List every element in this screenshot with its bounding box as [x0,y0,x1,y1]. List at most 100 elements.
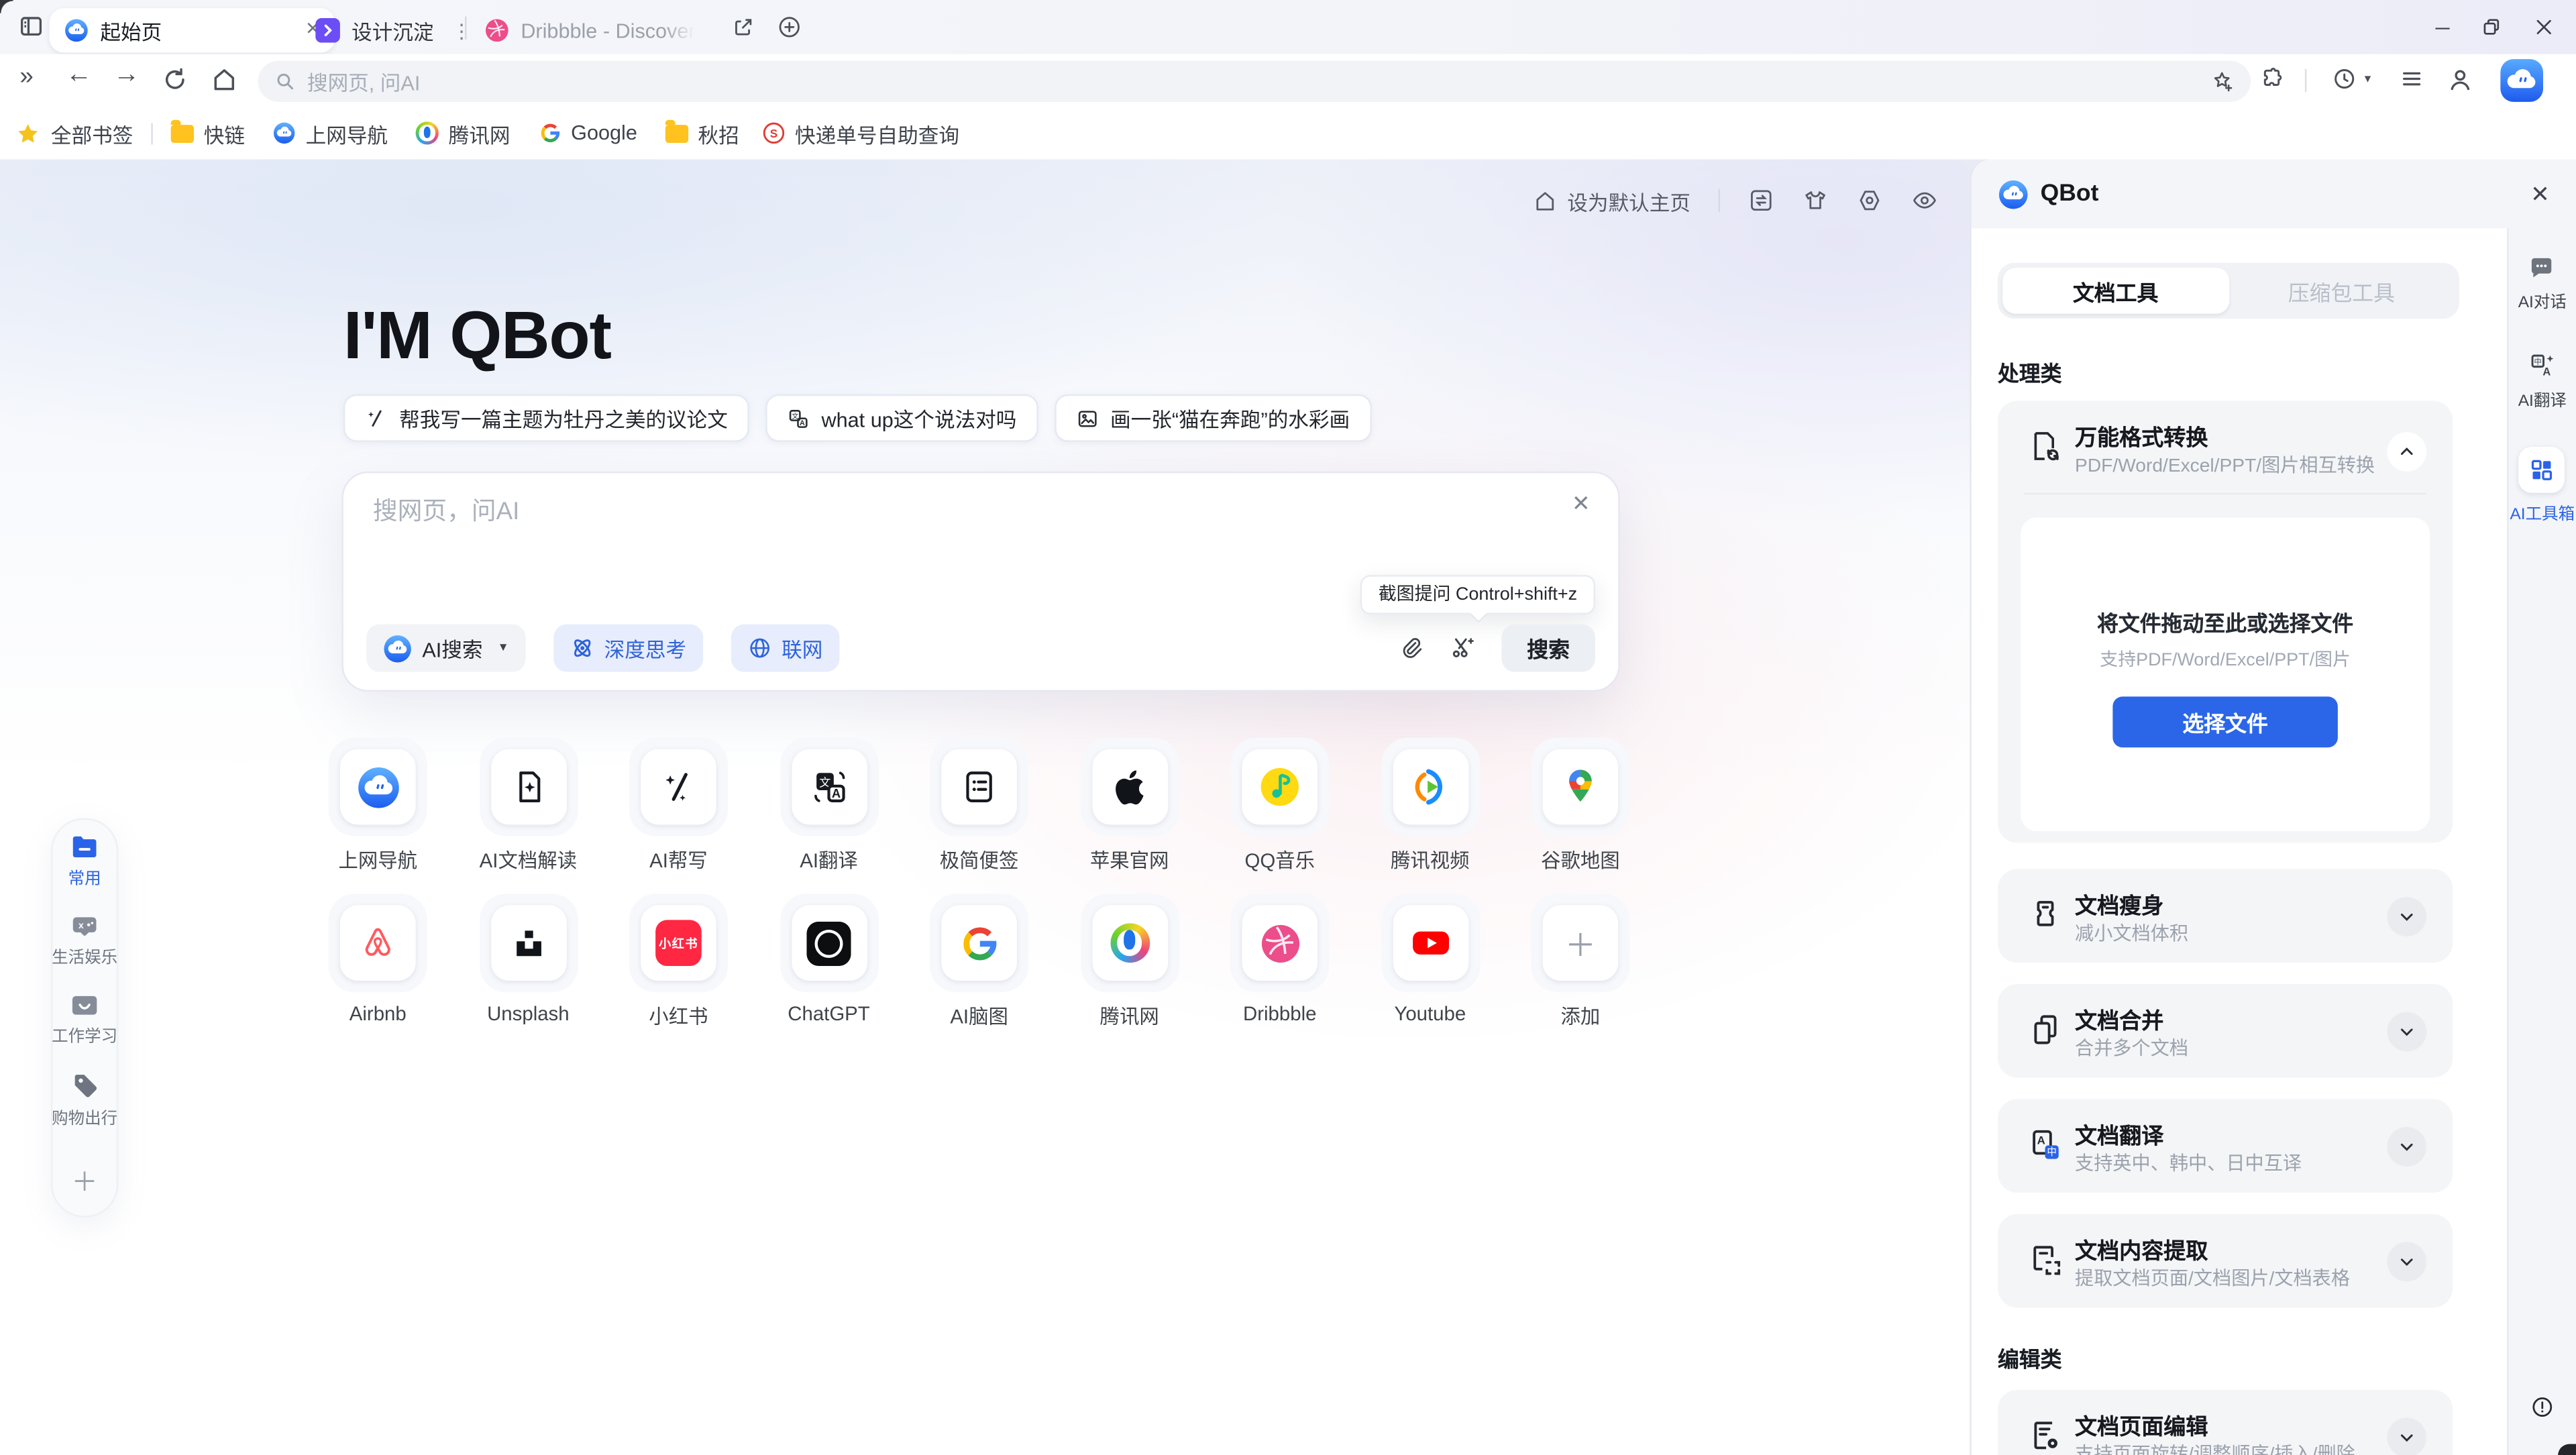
suggestion-chip-translate[interactable]: 文 A what up这个说法对吗 [765,394,1038,442]
attach-file-button[interactable] [1398,634,1424,662]
layout-swap-icon[interactable] [1748,187,1774,213]
tab-menu-icon[interactable]: ⋮ [452,19,472,42]
tool-subtitle: 支持页面旋转/调整顺序/插入/删除 [2075,1441,2355,1455]
search-icon [274,70,296,91]
dropzone-subtitle: 支持PDF/Word/Excel/PPT/图片 [2100,645,2351,671]
bookmark-item[interactable]: S 快递单号自助查询 [762,117,959,149]
search-close-icon[interactable]: ✕ [1572,491,1591,517]
add-shortcut-button[interactable]: ＋ 添加 [1531,894,1629,1030]
choose-file-button[interactable]: 选择文件 [2112,696,2338,747]
chip-label: 帮我写一篇主题为牡丹之美的议论文 [399,402,728,434]
image-icon [1076,407,1099,429]
app-shortcut-unsplash[interactable]: Unsplash [479,894,578,1030]
category-work-study[interactable]: 工作学习 [52,994,117,1046]
tab-doc-tools[interactable]: 文档工具 [2002,268,2229,314]
chevron-down-icon [2397,1021,2416,1040]
expand-button[interactable] [2387,896,2426,936]
forward-button[interactable]: → [113,61,140,91]
set-default-home-button[interactable]: 设为默认主页 [1533,185,1690,217]
expand-button[interactable] [2387,1417,2426,1454]
add-category-button[interactable]: ＋ [71,1160,97,1199]
back-button[interactable]: ← [66,61,92,91]
suggestion-chip-paint[interactable]: 画一张“猫在奔跑”的水彩画 [1055,394,1371,442]
bookmark-item[interactable]: 快链 [171,117,245,149]
tool-card-doc-extract[interactable]: 文档内容提取 提取文档页面/文档图片/文档表格 [1998,1214,2453,1308]
reload-button[interactable] [161,66,189,94]
panel-close-icon[interactable]: ✕ [2530,180,2550,208]
app-shortcut-chatgpt[interactable]: ChatGPT [780,894,878,1030]
app-shortcut-airbnb[interactable]: Airbnb [329,894,427,1030]
app-shortcut-tencent-video[interactable]: 腾讯视频 [1381,738,1479,874]
search-submit-button[interactable]: 搜索 [1501,625,1595,672]
category-shopping-travel[interactable]: 购物出行 [52,1073,117,1128]
expand-button[interactable] [2387,1126,2426,1166]
ai-search-box[interactable]: 搜网页，问AI ✕ 截图提问 Control+shift+z AI搜索 ▼ [341,472,1619,692]
home-button[interactable] [210,66,238,94]
deep-think-toggle[interactable]: 深度思考 [553,625,703,672]
qbot-avatar-button[interactable] [2500,59,2543,102]
bookmark-item[interactable]: 秋招 [665,117,739,149]
history-button[interactable]: ▼ [2331,66,2373,92]
new-tab-button[interactable] [777,15,802,40]
expand-button[interactable] [2387,1241,2426,1281]
app-shortcut-ai-doc-read[interactable]: AI文档解读 [479,738,578,874]
tool-card-page-edit[interactable]: 文档页面编辑 支持页面旋转/调整顺序/插入/删除 [1998,1390,2453,1455]
sidebar-toggle-button[interactable] [18,13,44,40]
address-bar[interactable]: 搜网页, 问AI [258,60,2251,101]
online-toggle[interactable]: 联网 [731,625,839,672]
rail-ai-chat[interactable]: AI对话 [2518,256,2567,312]
tab-dribbble[interactable]: Dribbble - Discover Th [484,8,694,52]
extensions-button[interactable] [2259,66,2285,92]
tab-archive-tools[interactable]: 压缩包工具 [2229,268,2455,314]
expand-button[interactable] [2387,1011,2426,1050]
app-shortcut-daohang[interactable]: 上网导航 [329,738,427,874]
rail-ai-translate[interactable]: 中 A AI翻译 [2518,352,2567,411]
settings-hexagon-icon[interactable] [1856,187,1882,213]
bookmark-add-icon[interactable] [2210,68,2235,93]
category-life[interactable]: x 生活娱乐 [52,915,117,967]
bookmark-item[interactable]: 腾讯网 [416,117,511,149]
app-shortcut-youtube[interactable]: Youtube [1381,894,1479,1030]
suggestion-chip-essay[interactable]: 帮我写一篇主题为牡丹之美的议论文 [343,394,749,442]
tab-start-page[interactable]: 起始页 ✕ [49,8,335,52]
chat-bubble-icon [2529,256,2555,281]
bookmark-item[interactable]: Google [538,121,637,144]
tool-card-doc-translate[interactable]: A 中 文档翻译 支持英中、韩中、日中互译 [1998,1099,2453,1193]
close-window-button[interactable] [2533,16,2555,38]
app-shortcut-qqmusic[interactable]: QQ音乐 [1230,738,1329,874]
tab-design[interactable]: 设计沉淀 ⋮ [315,8,472,52]
menu-button[interactable] [2399,66,2425,92]
tool-card-doc-slim[interactable]: 文档瘦身 减小文档体积 [1998,869,2453,963]
collapse-button[interactable] [2387,432,2426,472]
ai-search-mode-dropdown[interactable]: AI搜索 ▼ [366,625,525,672]
app-shortcut-google-maps[interactable]: 谷歌地图 [1531,738,1629,874]
app-shortcut-ai-mindmap[interactable]: AI脑图 [930,894,1028,1030]
app-shortcut-xiaohongshu[interactable]: 小红书 小红书 [629,894,728,1030]
app-shortcut-apple[interactable]: 苹果官网 [1080,738,1179,874]
app-label: 小红书 [649,1002,708,1030]
extensions-overflow-icon[interactable]: » [19,62,33,91]
app-shortcut-ai-write[interactable]: AI帮写 [629,738,728,874]
category-common[interactable]: 常用 [68,834,101,889]
app-shortcut-dribbble[interactable]: Dribbble [1230,894,1329,1030]
eye-preview-icon[interactable] [1911,187,1939,213]
bookmark-all[interactable]: 全部书签 [15,117,133,149]
tool-card-doc-merge[interactable]: 文档合并 合并多个文档 [1998,984,2453,1078]
rail-ai-toolbox[interactable]: AI工具箱 [2510,447,2575,524]
app-shortcut-notes[interactable]: 极简便签 [930,738,1028,874]
minimize-button[interactable]: ─ [2436,15,2450,38]
app-shortcut-tencent-web[interactable]: 腾讯网 [1080,894,1179,1030]
screenshot-ask-button[interactable] [1449,634,1477,662]
share-tab-button[interactable] [731,15,756,40]
help-button[interactable] [2530,1394,2555,1419]
file-dropzone[interactable]: 将文件拖动至此或选择文件 支持PDF/Word/Excel/PPT/图片 选择文… [2021,517,2430,831]
app-shortcut-ai-translate[interactable]: 文 A AI翻译 [780,738,878,874]
bookmark-item[interactable]: 上网导航 [273,117,388,149]
hamburger-menu-icon [2399,66,2425,92]
chip-label: what up这个说法对吗 [822,402,1017,434]
skin-tshirt-icon[interactable] [1803,187,1829,213]
rail-label: AI工具箱 [2510,499,2575,524]
profile-button[interactable] [2447,66,2475,94]
restore-button[interactable] [2481,16,2502,38]
quick-links-grid: 上网导航 AI文档解读 [329,738,1630,1030]
